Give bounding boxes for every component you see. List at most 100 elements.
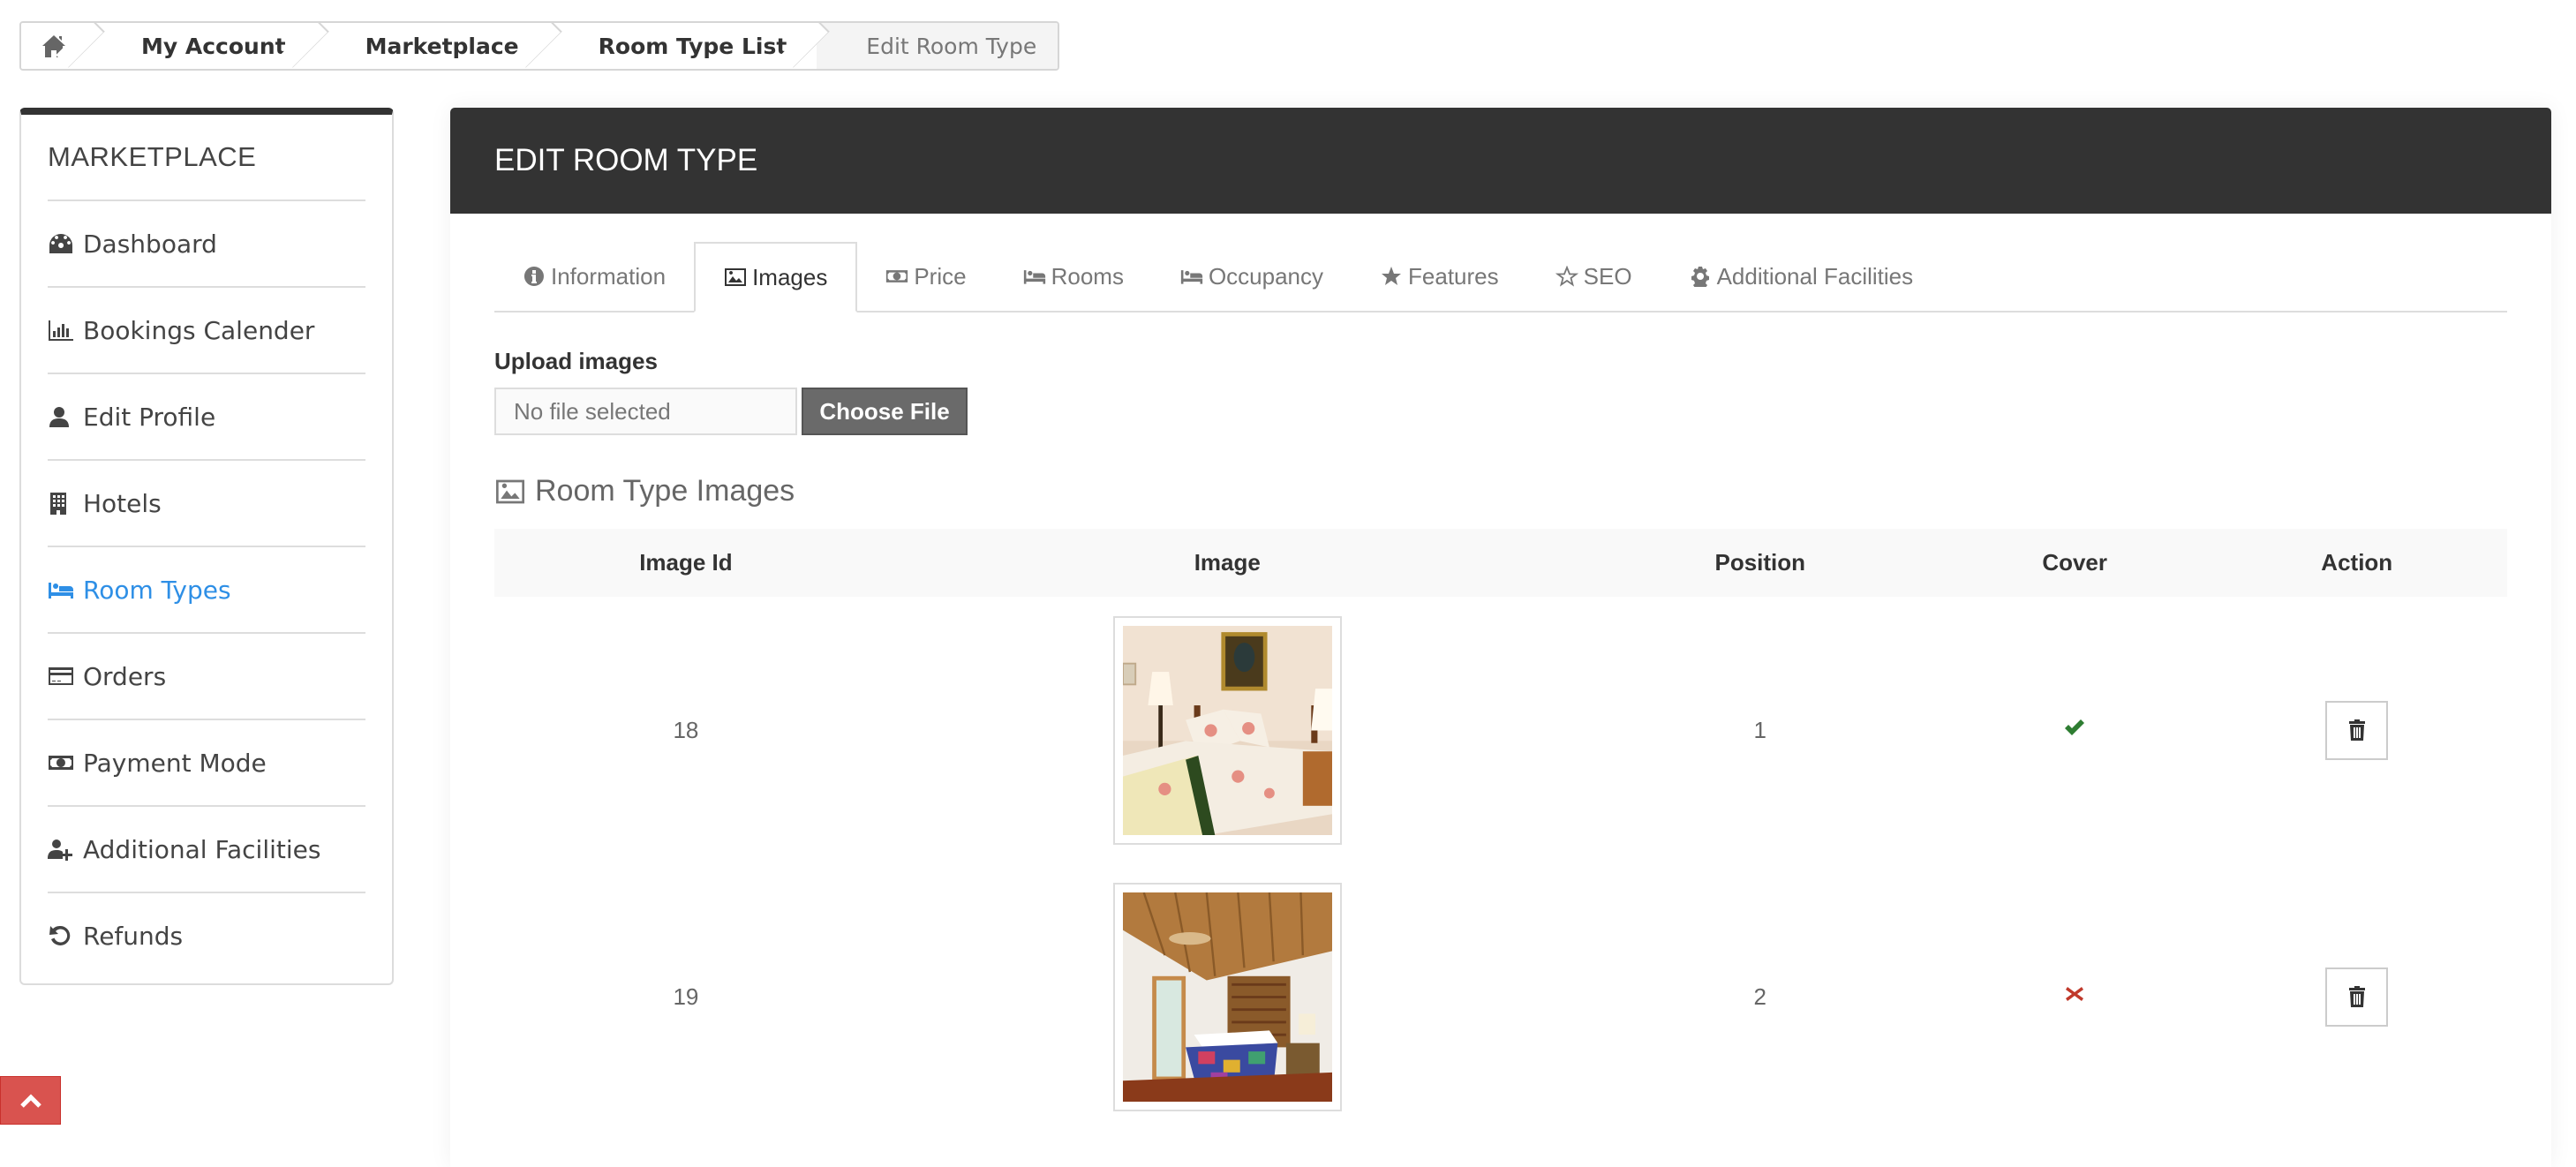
choose-file-button[interactable]: Choose File [802, 388, 968, 435]
table-header-row: Image Id Image Position Cover Action [494, 529, 2507, 597]
image-thumbnail[interactable] [1112, 615, 1342, 845]
action-cell [2207, 863, 2508, 1130]
cover-cell [1943, 863, 2207, 1130]
tab-rooms[interactable]: Rooms [995, 242, 1152, 311]
info-circle-icon [523, 266, 546, 287]
image-icon [724, 267, 747, 288]
tab-label: Information [551, 262, 667, 290]
user-plus-icon [48, 837, 76, 862]
image-thumbnail[interactable] [1112, 882, 1342, 1111]
sidebar-item-label: Bookings Calender [83, 315, 315, 345]
sidebar-item-bookings-calender[interactable]: Bookings Calender [48, 286, 365, 373]
tab-price[interactable]: Price [857, 242, 994, 311]
bedroom-floral-quilt-image [1121, 625, 1332, 835]
image-cell [877, 597, 1578, 863]
sidebar: MARKETPLACE Dashboard Bookings Calender … [19, 108, 394, 985]
money-icon [885, 266, 908, 287]
column-header-image-id: Image Id [494, 529, 877, 597]
scroll-to-top-button[interactable] [0, 1076, 61, 1125]
sidebar-item-label: Dashboard [83, 229, 217, 259]
breadcrumb-label: Edit Room Type [866, 33, 1037, 59]
sidebar-item-dashboard[interactable]: Dashboard [48, 200, 365, 286]
tab-information[interactable]: Information [494, 242, 694, 311]
room-type-images-table: Image Id Image Position Cover Action 18 [494, 529, 2507, 1130]
sidebar-item-label: Refunds [83, 921, 184, 951]
breadcrumb-current: Edit Room Type [817, 23, 1058, 69]
sidebar-item-payment-mode[interactable]: Payment Mode [48, 719, 365, 805]
table-row: 19 2 [494, 863, 2507, 1130]
breadcrumb-marketplace[interactable]: Marketplace [315, 23, 549, 69]
tab-occupancy[interactable]: Occupancy [1152, 242, 1352, 311]
building-icon [48, 491, 76, 516]
edit-room-type-panel: EDIT ROOM TYPE Information Images Price … [450, 108, 2551, 1167]
sidebar-item-label: Hotels [83, 488, 162, 518]
upload-images-label: Upload images [494, 348, 658, 374]
tab-bar: Information Images Price Rooms Occupancy… [494, 240, 2507, 312]
tab-seo[interactable]: SEO [1527, 242, 1661, 311]
tab-label: SEO [1583, 262, 1632, 290]
sidebar-item-label: Room Types [83, 575, 231, 605]
bar-chart-icon [48, 318, 76, 343]
tab-label: Occupancy [1208, 262, 1324, 290]
bed-icon [1180, 266, 1203, 287]
file-status-text: No file selected [514, 397, 671, 425]
sidebar-item-refunds[interactable]: Refunds [48, 892, 365, 978]
table-row: 18 1 [494, 597, 2507, 863]
action-cell [2207, 597, 2508, 863]
sidebar-menu: Dashboard Bookings Calender Edit Profile… [48, 200, 365, 978]
money-icon [48, 750, 76, 775]
column-header-cover: Cover [1942, 529, 2207, 597]
breadcrumb-label: Room Type List [598, 33, 787, 59]
sidebar-item-additional-facilities[interactable]: Additional Facilities [48, 805, 365, 892]
sidebar-item-orders[interactable]: Orders [48, 632, 365, 719]
breadcrumb-home[interactable] [21, 23, 92, 69]
undo-icon [48, 923, 76, 948]
delete-image-button[interactable] [2325, 967, 2389, 1027]
check-icon[interactable] [2063, 717, 2086, 743]
trash-icon [2348, 719, 2365, 741]
position-cell: 1 [1753, 716, 1766, 743]
tab-additional-facilities[interactable]: Additional Facilities [1661, 242, 1942, 311]
tab-label: Features [1408, 262, 1499, 290]
tab-label: Rooms [1051, 262, 1124, 290]
trash-icon [2348, 986, 2365, 1007]
tab-images[interactable]: Images [694, 242, 858, 312]
cover-cell [1943, 597, 2207, 863]
image-id-cell: 19 [673, 983, 699, 1010]
credit-card-icon [48, 664, 76, 689]
panel-header: EDIT ROOM TYPE [450, 108, 2551, 214]
bed-icon [48, 577, 76, 602]
image-cell [877, 863, 1578, 1130]
user-icon [48, 404, 76, 429]
breadcrumb-label: Marketplace [365, 33, 519, 59]
sidebar-item-label: Orders [83, 661, 167, 691]
sidebar-item-label: Edit Profile [83, 402, 216, 432]
sidebar-item-hotels[interactable]: Hotels [48, 459, 365, 546]
page-title: EDIT ROOM TYPE [494, 143, 758, 177]
tab-label: Additional Facilities [1716, 262, 1914, 290]
bedroom-wood-ceiling-image [1122, 892, 1332, 1102]
star-icon [1380, 266, 1403, 287]
delete-image-button[interactable] [2325, 700, 2389, 760]
breadcrumb: My Account Marketplace Room Type List Ed… [19, 21, 1060, 71]
column-header-action: Action [2206, 529, 2507, 597]
column-header-image: Image [877, 529, 1578, 597]
tab-label: Images [752, 263, 828, 290]
tab-label: Price [914, 262, 967, 290]
bed-icon [1023, 266, 1046, 287]
file-input[interactable]: No file selected [494, 388, 797, 435]
sidebar-item-room-types[interactable]: Room Types [48, 546, 365, 632]
breadcrumb-label: My Account [141, 33, 286, 59]
column-header-position: Position [1577, 529, 1943, 597]
sidebar-item-label: Payment Mode [83, 748, 267, 778]
dashboard-icon [48, 231, 76, 256]
breadcrumb-room-type-list[interactable]: Room Type List [548, 23, 817, 69]
chevron-up-icon [19, 1093, 41, 1108]
cross-icon[interactable] [2063, 983, 2086, 1010]
breadcrumb-my-account[interactable]: My Account [92, 23, 316, 69]
room-type-images-heading: Room Type Images [494, 474, 795, 508]
home-icon [42, 35, 65, 57]
sidebar-item-edit-profile[interactable]: Edit Profile [48, 373, 365, 459]
star-outline-icon [1555, 266, 1578, 287]
tab-features[interactable]: Features [1352, 242, 1527, 311]
